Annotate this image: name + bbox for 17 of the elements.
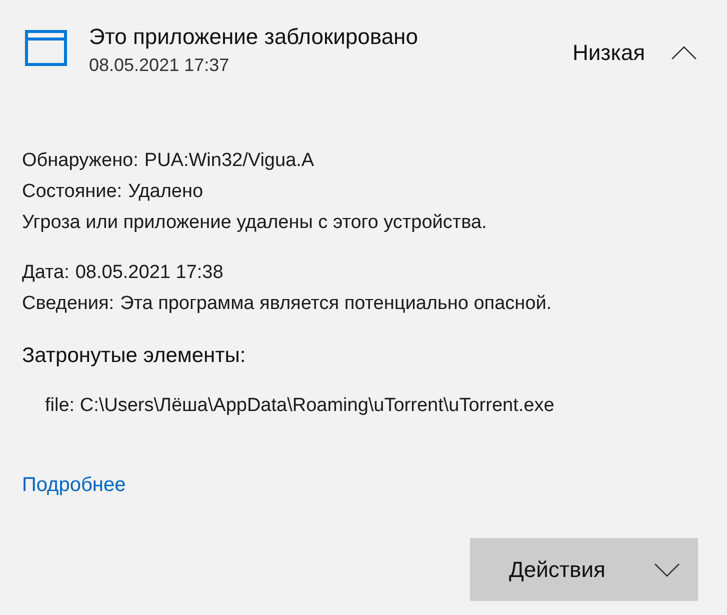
severity-label: Низкая xyxy=(572,39,645,67)
window-icon xyxy=(25,30,67,66)
notification-time: 08.05.2021 17:37 xyxy=(89,54,230,77)
section-heading: Затронутые элементы: xyxy=(22,343,247,369)
learn-more-link[interactable]: Подробнее xyxy=(22,470,126,500)
field-value: Удалено xyxy=(128,180,204,204)
field-label: Обнаружено: xyxy=(22,149,138,173)
notification-title: Это приложение заблокировано xyxy=(89,23,418,51)
field-value: Эта программа является потенциально опасной. xyxy=(120,292,552,316)
field-value: 08.05.2021 17:38 xyxy=(75,261,224,285)
description-text: Угроза или приложение удалены с этого устройства. xyxy=(22,211,488,235)
field-label: Сведения: xyxy=(22,292,114,316)
field-label: Дата: xyxy=(22,261,70,285)
file-path: file: C:\Users\Лёша\AppData\Roaming\uTorrent\uTorrent.exe xyxy=(45,394,556,418)
field-value: PUA:Win32/Vigua.A xyxy=(144,149,314,173)
actions-button[interactable]: Действия xyxy=(470,538,698,601)
field-label: Состояние: xyxy=(22,180,122,204)
